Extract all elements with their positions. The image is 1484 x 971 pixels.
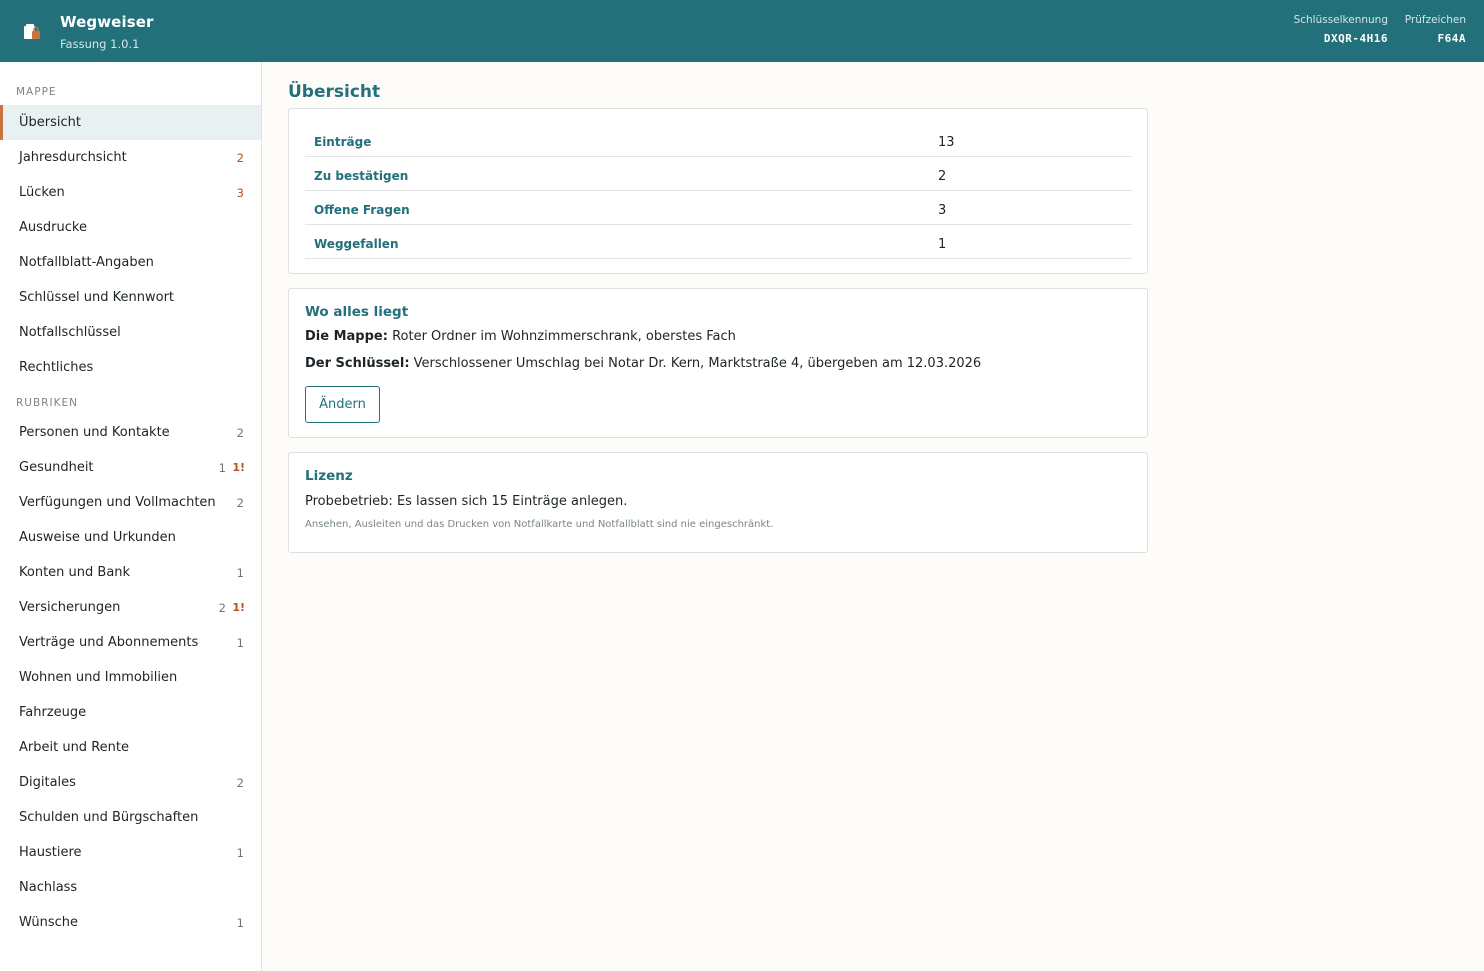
stat-row-open-questions: Offene Fragen 3 [305, 191, 1132, 225]
count-badge: 1 [218, 461, 226, 475]
sidebar-item-label: Schlüssel und Kennwort [19, 290, 175, 305]
stat-label: Einträge [314, 135, 372, 149]
license-note: Ansehen, Ausleiten und das Drucken von N… [305, 519, 774, 530]
stat-value: 2 [938, 169, 947, 184]
check-code-label: Prüfzeichen [1404, 14, 1466, 26]
sidebar-item-label: Schulden und Bürgschaften [19, 810, 199, 825]
sidebar-item-vertraege-und-abonnements[interactable]: Verträge und Abonnements 1 [0, 625, 261, 660]
sidebar-item-ausweise-und-urkunden[interactable]: Ausweise und Urkunden [0, 520, 261, 555]
sidebar-item-label: Wohnen und Immobilien [19, 670, 178, 685]
stat-label: Offene Fragen [314, 203, 410, 217]
sidebar-item-label: Arbeit und Rente [19, 740, 129, 755]
sidebar-item-personen-und-kontakte[interactable]: Personen und Kontakte 2 [0, 415, 261, 450]
card-title: Wo alles liegt [305, 304, 409, 320]
stat-row-dropped: Weggefallen 1 [305, 225, 1132, 259]
sidebar-item-fahrzeuge[interactable]: Fahrzeuge [0, 695, 261, 730]
sidebar-item-label: Notfallblatt-Angaben [19, 255, 154, 270]
sidebar: MAPPE Übersicht Jahresdurchsicht 2 Lücken 3 A… [0, 62, 262, 971]
sidebar-item-label: Verfügungen und Vollmachten [19, 495, 216, 510]
sidebar-item-ausdrucke[interactable]: Ausdrucke [0, 210, 261, 245]
sidebar-item-versicherungen[interactable]: Versicherungen 2 1! [0, 590, 261, 625]
page-title: Übersicht [288, 82, 381, 102]
stat-row-entries: Einträge 13 [305, 123, 1132, 157]
sidebar-item-schulden-und-buergschaften[interactable]: Schulden und Bürgschaften [0, 800, 261, 835]
sidebar-item-label: Rechtliches [19, 360, 94, 375]
check-code-field: Prüfzeichen F64A [1396, 14, 1466, 45]
sidebar-item-wohnen-und-immobilien[interactable]: Wohnen und Immobilien [0, 660, 261, 695]
section-label-rubriken: RUBRIKEN [16, 397, 78, 409]
sidebar-item-label: Ausdrucke [19, 220, 87, 235]
stat-label: Zu bestätigen [314, 169, 409, 183]
check-code-value: F64A [1437, 32, 1466, 45]
sidebar-item-digitales[interactable]: Digitales 2 [0, 765, 261, 800]
count-badge: 1 [236, 636, 244, 650]
sidebar-item-label: Ausweise und Urkunden [19, 530, 176, 545]
sidebar-item-label: Notfallschlüssel [19, 325, 121, 340]
sidebar-item-konten-und-bank[interactable]: Konten und Bank 1 [0, 555, 261, 590]
app-version: Fassung 1.0.1 [60, 37, 140, 51]
count-badge: 1 [236, 846, 244, 860]
stat-value: 1 [938, 237, 947, 252]
folder-location-label: Die Mappe: [305, 329, 388, 344]
sidebar-item-label: Personen und Kontakte [19, 425, 170, 440]
stat-value: 3 [938, 203, 947, 218]
count-badge: 2 [236, 426, 244, 440]
sidebar-item-uebersicht[interactable]: Übersicht [0, 105, 261, 140]
sidebar-item-jahresdurchsicht[interactable]: Jahresdurchsicht 2 [0, 140, 261, 175]
sidebar-item-notfallblatt-angaben[interactable]: Notfallblatt-Angaben [0, 245, 261, 280]
key-id-field: Schlüsselkennung DXQR-4H16 [1278, 14, 1388, 45]
sidebar-item-haustiere[interactable]: Haustiere 1 [0, 835, 261, 870]
count-badge: 2 [236, 776, 244, 790]
sidebar-item-wuensche[interactable]: Wünsche 1 [0, 905, 261, 940]
sidebar-item-luecken[interactable]: Lücken 3 [0, 175, 261, 210]
stat-value: 13 [938, 135, 955, 150]
edit-button[interactable]: Ändern [305, 386, 380, 423]
sidebar-item-label: Wünsche [19, 915, 79, 930]
sidebar-item-schluessel-und-kennwort[interactable]: Schlüssel und Kennwort [0, 280, 261, 315]
sidebar-item-label: Digitales [19, 775, 76, 790]
sidebar-item-arbeit-und-rente[interactable]: Arbeit und Rente [0, 730, 261, 765]
count-badge: 3 [236, 186, 244, 200]
count-badge: 2 [236, 151, 244, 165]
sidebar-item-label: Gesundheit [19, 460, 94, 475]
sidebar-item-label: Haustiere [19, 845, 82, 860]
license-card: Lizenz Probebetrieb: Es lassen sich 15 E… [288, 452, 1148, 553]
sidebar-item-verfuegungen-und-vollmachten[interactable]: Verfügungen und Vollmachten 2 [0, 485, 261, 520]
key-location: Der Schlüssel: Verschlossener Umschlag b… [305, 356, 981, 371]
key-location-label: Der Schlüssel: [305, 356, 410, 371]
sidebar-item-label: Jahresdurchsicht [19, 150, 127, 165]
warning-badge: 1! [232, 461, 245, 474]
sidebar-item-label: Verträge und Abonnements [19, 635, 199, 650]
count-badge: 2 [218, 601, 226, 615]
sidebar-item-label: Nachlass [19, 880, 78, 895]
sidebar-item-label: Fahrzeuge [19, 705, 87, 720]
stat-row-to-confirm: Zu bestätigen 2 [305, 157, 1132, 191]
sidebar-item-rechtliches[interactable]: Rechtliches [0, 350, 261, 385]
app-header: Wegweiser Fassung 1.0.1 Schlüsselkennung… [0, 0, 1484, 62]
section-label-mappe: MAPPE [16, 86, 57, 98]
key-id-label: Schlüsselkennung [1293, 14, 1388, 26]
count-badge: 1 [236, 916, 244, 930]
card-title: Lizenz [305, 468, 353, 484]
key-id-value: DXQR-4H16 [1323, 32, 1388, 45]
overview-stats-card: Einträge 13 Zu bestätigen 2 Offene Frage… [288, 108, 1148, 274]
key-location-text: Verschlossener Umschlag bei Notar Dr. Ke… [413, 356, 982, 371]
folder-lock-icon [24, 24, 40, 39]
sidebar-item-label: Versicherungen [19, 600, 121, 615]
warning-badge: 1! [232, 601, 245, 614]
count-badge: 1 [236, 566, 244, 580]
sidebar-item-notfallschluessel[interactable]: Notfallschlüssel [0, 315, 261, 350]
where-everything-is-card: Wo alles liegt Die Mappe: Roter Ordner i… [288, 288, 1148, 438]
folder-location: Die Mappe: Roter Ordner im Wohnzimmersch… [305, 329, 736, 344]
stat-label: Weggefallen [314, 237, 399, 251]
sidebar-item-nachlass[interactable]: Nachlass [0, 870, 261, 905]
sidebar-item-label: Lücken [19, 185, 65, 200]
sidebar-item-label: Übersicht [19, 115, 81, 130]
folder-location-text: Roter Ordner im Wohnzimmerschrank, obers… [392, 329, 736, 344]
count-badge: 2 [236, 496, 244, 510]
sidebar-item-label: Konten und Bank [19, 565, 131, 580]
app-title: Wegweiser [60, 13, 154, 31]
license-text: Probebetrieb: Es lassen sich 15 Einträge… [305, 494, 628, 509]
sidebar-item-gesundheit[interactable]: Gesundheit 1 1! [0, 450, 261, 485]
